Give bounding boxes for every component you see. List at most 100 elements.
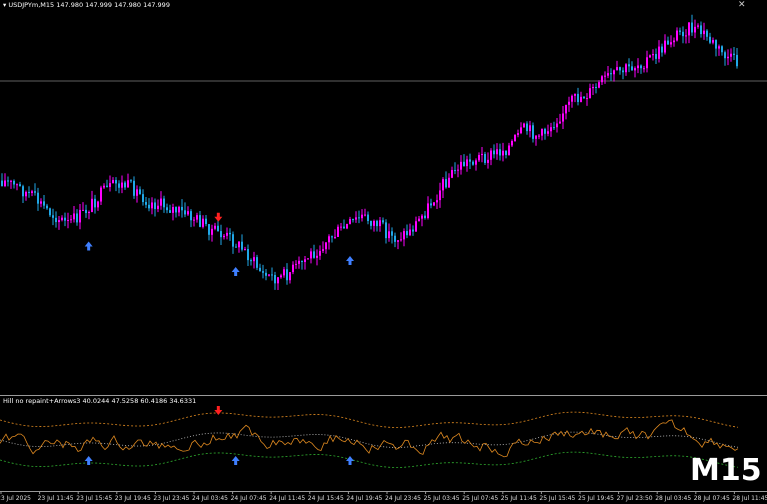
candle-body [415, 221, 417, 232]
candle-body [298, 260, 300, 264]
candle-body [607, 73, 609, 76]
candle-body [325, 242, 327, 250]
candle-body [331, 236, 333, 238]
candle-body [184, 210, 186, 215]
candle-body [592, 86, 594, 89]
candle-body [499, 149, 501, 156]
candle-body [724, 52, 726, 59]
candle-body [400, 239, 402, 241]
time-tick-label: 24 Jul 15:45 [308, 495, 344, 502]
candle-body [712, 40, 714, 43]
candle-body [7, 180, 9, 182]
candle-body [193, 219, 195, 221]
candle-body [319, 250, 321, 256]
candle-body [496, 149, 498, 155]
chart-symbol-text: USDJPYm,M15 147.980 147.999 147.980 147.… [8, 1, 170, 9]
candle-body [682, 31, 684, 37]
candle-body [322, 249, 324, 251]
candle-body [571, 95, 573, 102]
candle-body [628, 64, 630, 67]
candle-body [673, 40, 675, 43]
candle-body [229, 232, 231, 235]
candle-body [703, 30, 705, 35]
candle-body [406, 231, 408, 236]
candle-body [643, 68, 645, 70]
candle-body [232, 234, 234, 247]
candle-body [466, 159, 468, 167]
candle-body [328, 236, 330, 243]
candle-body [697, 25, 699, 27]
candle-body [646, 57, 648, 69]
candle-body [721, 46, 723, 53]
candle-body [709, 36, 711, 43]
time-tick-label: 23 Jul 15:45 [76, 495, 112, 502]
candle-body [103, 185, 105, 188]
candle-body [355, 217, 357, 220]
candle-body [154, 202, 156, 209]
candle-body [253, 257, 255, 262]
candle-body [544, 128, 546, 134]
candle-body [334, 236, 336, 238]
candle-body [658, 46, 660, 59]
indicator-info: Hill no repaint+Arrows3 40.0244 47.5258 … [3, 397, 196, 405]
candle-body [19, 184, 21, 187]
candle-body [94, 198, 96, 208]
candle-body [160, 198, 162, 206]
candle-body [679, 30, 681, 32]
candle-body [736, 54, 738, 67]
candle-body [67, 219, 69, 221]
candle-body [46, 205, 48, 209]
candle-body [403, 231, 405, 240]
candle-body [547, 131, 549, 134]
candle-body [706, 30, 708, 37]
candle-body [694, 26, 696, 33]
candle-body [556, 123, 558, 128]
chart-symbol-info: ▾ USDJPYm,M15 147.980 147.999 147.980 14… [3, 1, 170, 9]
candle-body [235, 246, 237, 248]
time-tick-label: 25 Jul 11:45 [501, 495, 537, 502]
candle-body [625, 64, 627, 73]
candle-body [421, 215, 423, 219]
candle-body [505, 150, 507, 155]
candle-body [34, 191, 36, 193]
candle-body [13, 180, 15, 185]
candle-body [457, 169, 459, 171]
candle-body [529, 125, 531, 132]
trading-chart[interactable]: ▾ USDJPYm,M15 147.980 147.999 147.980 14… [0, 0, 767, 504]
time-tick-label: 24 Jul 03:45 [192, 495, 228, 502]
time-tick-label: 24 Jul 11:45 [269, 495, 305, 502]
candle-body [148, 204, 150, 209]
candle-body [373, 220, 375, 226]
candle-body [106, 185, 108, 187]
candle-body [202, 218, 204, 227]
candle-body [118, 183, 120, 188]
candle-body [565, 104, 567, 114]
candle-body [262, 271, 264, 273]
candle-body [382, 220, 384, 223]
candle-body [541, 128, 543, 136]
candle-body [511, 140, 513, 146]
candle-body [151, 202, 153, 209]
candle-body [85, 209, 87, 214]
candle-body [604, 75, 606, 77]
candle-body [88, 211, 90, 214]
candle-body [595, 86, 597, 88]
candle-body [271, 274, 273, 276]
candle-body [613, 70, 615, 75]
candle-body [292, 264, 294, 273]
candle-body [304, 259, 306, 263]
candle-body [640, 65, 642, 69]
candle-body [385, 222, 387, 239]
candle-body [388, 231, 390, 239]
candle-body [508, 145, 510, 155]
time-tick-label: 25 Jul 03:45 [424, 495, 460, 502]
candle-body [82, 209, 84, 211]
candle-body [286, 269, 288, 281]
close-icon[interactable]: ✕ [738, 0, 746, 10]
candle-body [268, 274, 270, 276]
candle-body [124, 182, 126, 188]
time-tick-label: 28 Jul 11:45 [732, 495, 767, 502]
candle-body [220, 231, 222, 238]
candle-body [241, 241, 243, 250]
candle-body [247, 249, 249, 261]
